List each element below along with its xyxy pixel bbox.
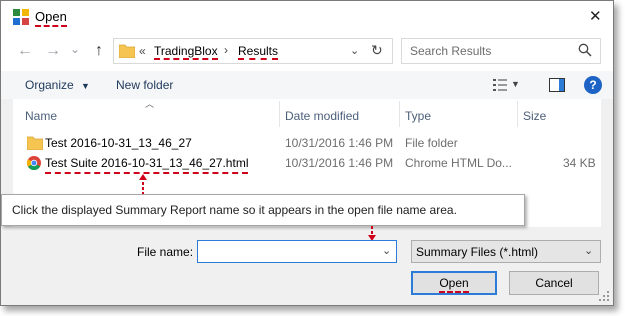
- file-type: Chrome HTML Do...: [405, 156, 512, 170]
- column-header-size[interactable]: Size: [523, 109, 546, 123]
- view-dropdown-chevron-icon[interactable]: ▼: [511, 79, 520, 89]
- recent-locations-chevron-icon[interactable]: ⌄: [69, 39, 81, 59]
- file-name-label: File name:: [137, 245, 194, 259]
- cancel-button-label: Cancel: [535, 276, 573, 290]
- refresh-icon[interactable]: ↻: [371, 42, 383, 59]
- file-name: Test 2016-10-31_13_46_27: [45, 136, 192, 150]
- column-header-date-modified[interactable]: Date modified: [285, 109, 359, 123]
- organize-label: Organize: [25, 78, 74, 92]
- breadcrumb-separator-icon: ›: [224, 43, 228, 57]
- tradingblox-app-icon: [13, 9, 29, 25]
- annotation-arrow-up-icon: [138, 173, 148, 195]
- close-icon[interactable]: ✕: [589, 7, 602, 25]
- new-folder-button[interactable]: New folder: [116, 78, 173, 92]
- file-date: 10/31/2016 1:46 PM: [285, 136, 394, 150]
- file-name-dropdown-chevron-icon[interactable]: ⌄: [382, 244, 391, 257]
- file-type: File folder: [405, 136, 458, 150]
- annotation-callout: Click the displayed Summary Report name …: [1, 194, 525, 226]
- chrome-icon: [27, 156, 41, 170]
- folder-icon: [119, 43, 135, 58]
- organize-menu-button[interactable]: Organize ▼: [25, 78, 90, 92]
- back-arrow-icon[interactable]: ←: [15, 41, 35, 61]
- file-name: Test Suite 2016-10-31_13_46_27.html: [45, 156, 249, 174]
- file-type-value: Summary Files (*.html): [416, 245, 539, 259]
- title-bar: Open ✕: [1, 1, 613, 31]
- up-arrow-icon[interactable]: ↑: [89, 41, 109, 61]
- file-row[interactable]: Test 2016-10-31_13_46_27 10/31/2016 1:46…: [21, 133, 601, 153]
- breadcrumb-overflow[interactable]: «: [139, 44, 146, 58]
- column-divider[interactable]: [517, 101, 518, 127]
- resize-grip-icon[interactable]: [599, 291, 609, 301]
- address-dropdown-chevron-icon[interactable]: ⌄: [350, 44, 359, 57]
- forward-arrow-icon[interactable]: →: [43, 41, 63, 61]
- column-header-name[interactable]: Name: [25, 109, 57, 123]
- file-name-field[interactable]: ⌄: [197, 240, 397, 263]
- annotation-text: Click the displayed Summary Report name …: [12, 203, 457, 217]
- column-divider[interactable]: [279, 101, 280, 127]
- open-button[interactable]: Open: [411, 271, 497, 295]
- search-box[interactable]: Search Results: [401, 38, 601, 64]
- search-input[interactable]: Search Results: [410, 44, 491, 58]
- folder-icon: [27, 136, 43, 150]
- file-size: 34 KB: [563, 156, 596, 170]
- address-bar[interactable]: « TradingBlox › Results ⌄ ↻: [113, 38, 393, 64]
- column-header-type[interactable]: Type: [405, 109, 431, 123]
- breadcrumb-item-tradingblox[interactable]: TradingBlox: [154, 44, 218, 60]
- chevron-down-icon: ⌄: [584, 245, 594, 257]
- cancel-button[interactable]: Cancel: [509, 271, 599, 295]
- file-row[interactable]: Test Suite 2016-10-31_13_46_27.html 10/3…: [21, 153, 601, 174]
- view-options-icon[interactable]: [493, 79, 507, 91]
- file-date: 10/31/2016 1:46 PM: [285, 156, 394, 170]
- column-divider[interactable]: [399, 101, 400, 127]
- file-type-select[interactable]: Summary Files (*.html) ⌄: [411, 240, 601, 263]
- help-icon[interactable]: ?: [584, 76, 602, 94]
- command-bar: [1, 71, 613, 99]
- preview-pane-icon[interactable]: [549, 78, 565, 92]
- chevron-down-icon: ▼: [81, 81, 90, 91]
- window-title: Open: [35, 9, 67, 27]
- open-file-dialog: Open ✕ ← → ⌄ ↑ « TradingBlox › Results ⌄…: [0, 0, 614, 306]
- breadcrumb-item-results[interactable]: Results: [238, 44, 279, 60]
- search-icon: [578, 43, 592, 57]
- open-button-label: Open: [439, 276, 469, 293]
- sort-ascending-icon: ︿: [145, 99, 155, 109]
